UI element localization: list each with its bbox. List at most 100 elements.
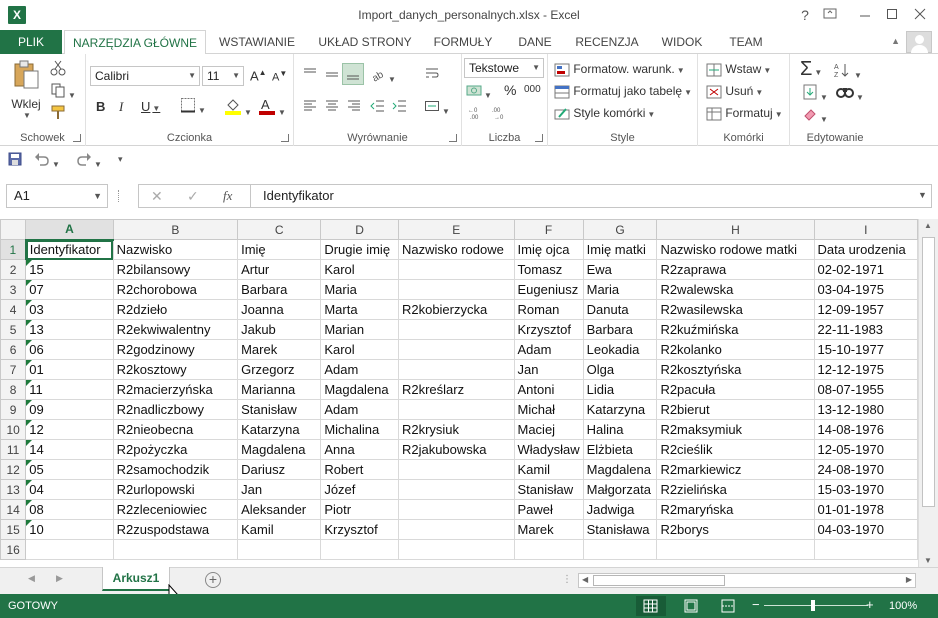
align-right-icon[interactable]: [346, 98, 362, 117]
cell[interactable]: 10: [25, 519, 114, 540]
cell[interactable]: Adam: [513, 339, 584, 360]
cell[interactable]: [397, 339, 515, 360]
cell[interactable]: [397, 359, 515, 380]
cell[interactable]: 07: [25, 279, 114, 300]
row-header[interactable]: 2: [0, 259, 27, 280]
scroll-right-icon[interactable]: ▶: [906, 575, 912, 584]
cell[interactable]: Marianna: [237, 379, 322, 400]
cell[interactable]: Maria: [320, 279, 399, 300]
cell[interactable]: 14-08-1976: [813, 419, 918, 440]
cell[interactable]: R2ekwiwalentny: [112, 319, 239, 340]
cell[interactable]: R2pożyczka: [112, 439, 239, 460]
cell[interactable]: R2samochodzik: [112, 459, 239, 480]
tab-file[interactable]: PLIK: [0, 30, 62, 54]
redo-icon[interactable]: ▼: [76, 151, 102, 170]
cell[interactable]: Marta: [320, 299, 399, 320]
collapse-arrow-icon[interactable]: ▲: [891, 36, 900, 46]
row-header[interactable]: 11: [0, 439, 27, 460]
align-bottom-icon[interactable]: [342, 63, 364, 85]
align-center-icon[interactable]: [324, 98, 340, 117]
cancel-icon[interactable]: ✕: [151, 188, 163, 205]
cell[interactable]: Władysław: [513, 439, 584, 460]
ribbon-display-options-button[interactable]: [818, 4, 842, 26]
customize-qat-icon[interactable]: ▾: [118, 154, 123, 165]
zoom-level[interactable]: 100%: [889, 600, 917, 612]
cell[interactable]: Adam: [320, 359, 399, 380]
fill-icon[interactable]: ▼: [802, 84, 828, 103]
cell[interactable]: [25, 539, 114, 560]
cell[interactable]: Olga: [582, 359, 658, 380]
cell[interactable]: R2zuspodstawa: [112, 519, 239, 540]
cell[interactable]: Nazwisko rodowe: [397, 239, 515, 260]
column-header-e[interactable]: E: [397, 219, 515, 240]
column-header-b[interactable]: B: [112, 219, 239, 240]
cell[interactable]: Identyfikator: [25, 239, 114, 260]
cell[interactable]: [397, 259, 515, 280]
cell[interactable]: 14: [25, 439, 114, 460]
cell[interactable]: 01: [25, 359, 114, 380]
row-header[interactable]: 14: [0, 499, 27, 520]
font-launcher[interactable]: [281, 134, 289, 142]
row-header[interactable]: 15: [0, 519, 27, 540]
cell[interactable]: [582, 539, 658, 560]
increase-indent-icon[interactable]: [392, 98, 408, 117]
cell[interactable]: Barbara: [237, 279, 322, 300]
cell[interactable]: Adam: [320, 399, 399, 420]
prev-sheet-icon[interactable]: ◀: [28, 573, 35, 584]
cell[interactable]: 05: [25, 459, 114, 480]
cell[interactable]: Grzegorz: [237, 359, 322, 380]
cell[interactable]: Michał: [513, 399, 584, 420]
tab-review[interactable]: RECENZJA: [570, 30, 644, 54]
cell[interactable]: 15-10-1977: [813, 339, 918, 360]
underline-button[interactable]: U ▼: [141, 99, 160, 114]
cell[interactable]: Antoni: [513, 379, 584, 400]
cell[interactable]: 04-03-1970: [813, 519, 918, 540]
zoom-slider-thumb[interactable]: [811, 600, 815, 611]
cell[interactable]: 13-12-1980: [813, 399, 918, 420]
thousands-button[interactable]: 000: [524, 84, 541, 95]
minimize-button[interactable]: [853, 4, 877, 26]
cell[interactable]: 08: [25, 499, 114, 520]
tab-page-layout[interactable]: UKŁAD STRONY: [312, 30, 418, 54]
name-box[interactable]: A1 ▼: [6, 184, 108, 208]
cell[interactable]: R2kuźmińska: [656, 319, 815, 340]
cell[interactable]: Roman: [513, 299, 584, 320]
page-layout-view-icon[interactable]: [683, 598, 699, 614]
cell[interactable]: Ewa: [582, 259, 658, 280]
next-sheet-icon[interactable]: ▶: [56, 573, 63, 584]
splitter[interactable]: [118, 190, 121, 202]
cell[interactable]: Leokadia: [582, 339, 658, 360]
cell[interactable]: Tomasz: [513, 259, 584, 280]
cell[interactable]: Marek: [513, 519, 584, 540]
cell[interactable]: Imię: [237, 239, 322, 260]
autosum-icon[interactable]: Σ ▼: [800, 58, 822, 81]
copy-icon[interactable]: ▼: [50, 82, 76, 101]
cell[interactable]: 11: [25, 379, 114, 400]
worksheet-grid[interactable]: ABCDEFGHI 1 Identyfikator Nazwisko Imię Drug…: [0, 219, 918, 567]
insert-cells-button[interactable]: Wstaw ▼: [706, 62, 771, 77]
row-header[interactable]: 7: [0, 359, 27, 380]
wrap-text-icon[interactable]: [424, 66, 440, 85]
user-avatar[interactable]: [906, 31, 932, 53]
align-top-icon[interactable]: [302, 66, 318, 85]
cell[interactable]: Stanisław: [513, 479, 584, 500]
row-header[interactable]: 9: [0, 399, 27, 420]
horizontal-scrollbar[interactable]: ◀ ▶: [578, 573, 916, 588]
cell[interactable]: Imię ojca: [513, 239, 584, 260]
cell[interactable]: R2borys: [656, 519, 815, 540]
format-cells-button[interactable]: Formatuj ▼: [706, 106, 783, 121]
cell[interactable]: Danuta: [582, 299, 658, 320]
cell[interactable]: 24-08-1970: [813, 459, 918, 480]
cell[interactable]: 12-05-1970: [813, 439, 918, 460]
paste-button[interactable]: Wklej ▼: [8, 60, 44, 122]
add-sheet-icon[interactable]: +: [205, 572, 221, 588]
font-color-icon[interactable]: A ▼: [258, 97, 286, 118]
cell[interactable]: Józef: [320, 479, 399, 500]
tab-insert[interactable]: WSTAWIANIE: [212, 30, 302, 54]
tab-splitter-icon[interactable]: ⋮: [562, 574, 572, 585]
cell[interactable]: R2dzieło: [112, 299, 239, 320]
cell[interactable]: Nazwisko rodowe matki: [656, 239, 815, 260]
percent-button[interactable]: %: [504, 82, 516, 98]
cell[interactable]: Magdalena: [237, 439, 322, 460]
cell[interactable]: Artur: [237, 259, 322, 280]
